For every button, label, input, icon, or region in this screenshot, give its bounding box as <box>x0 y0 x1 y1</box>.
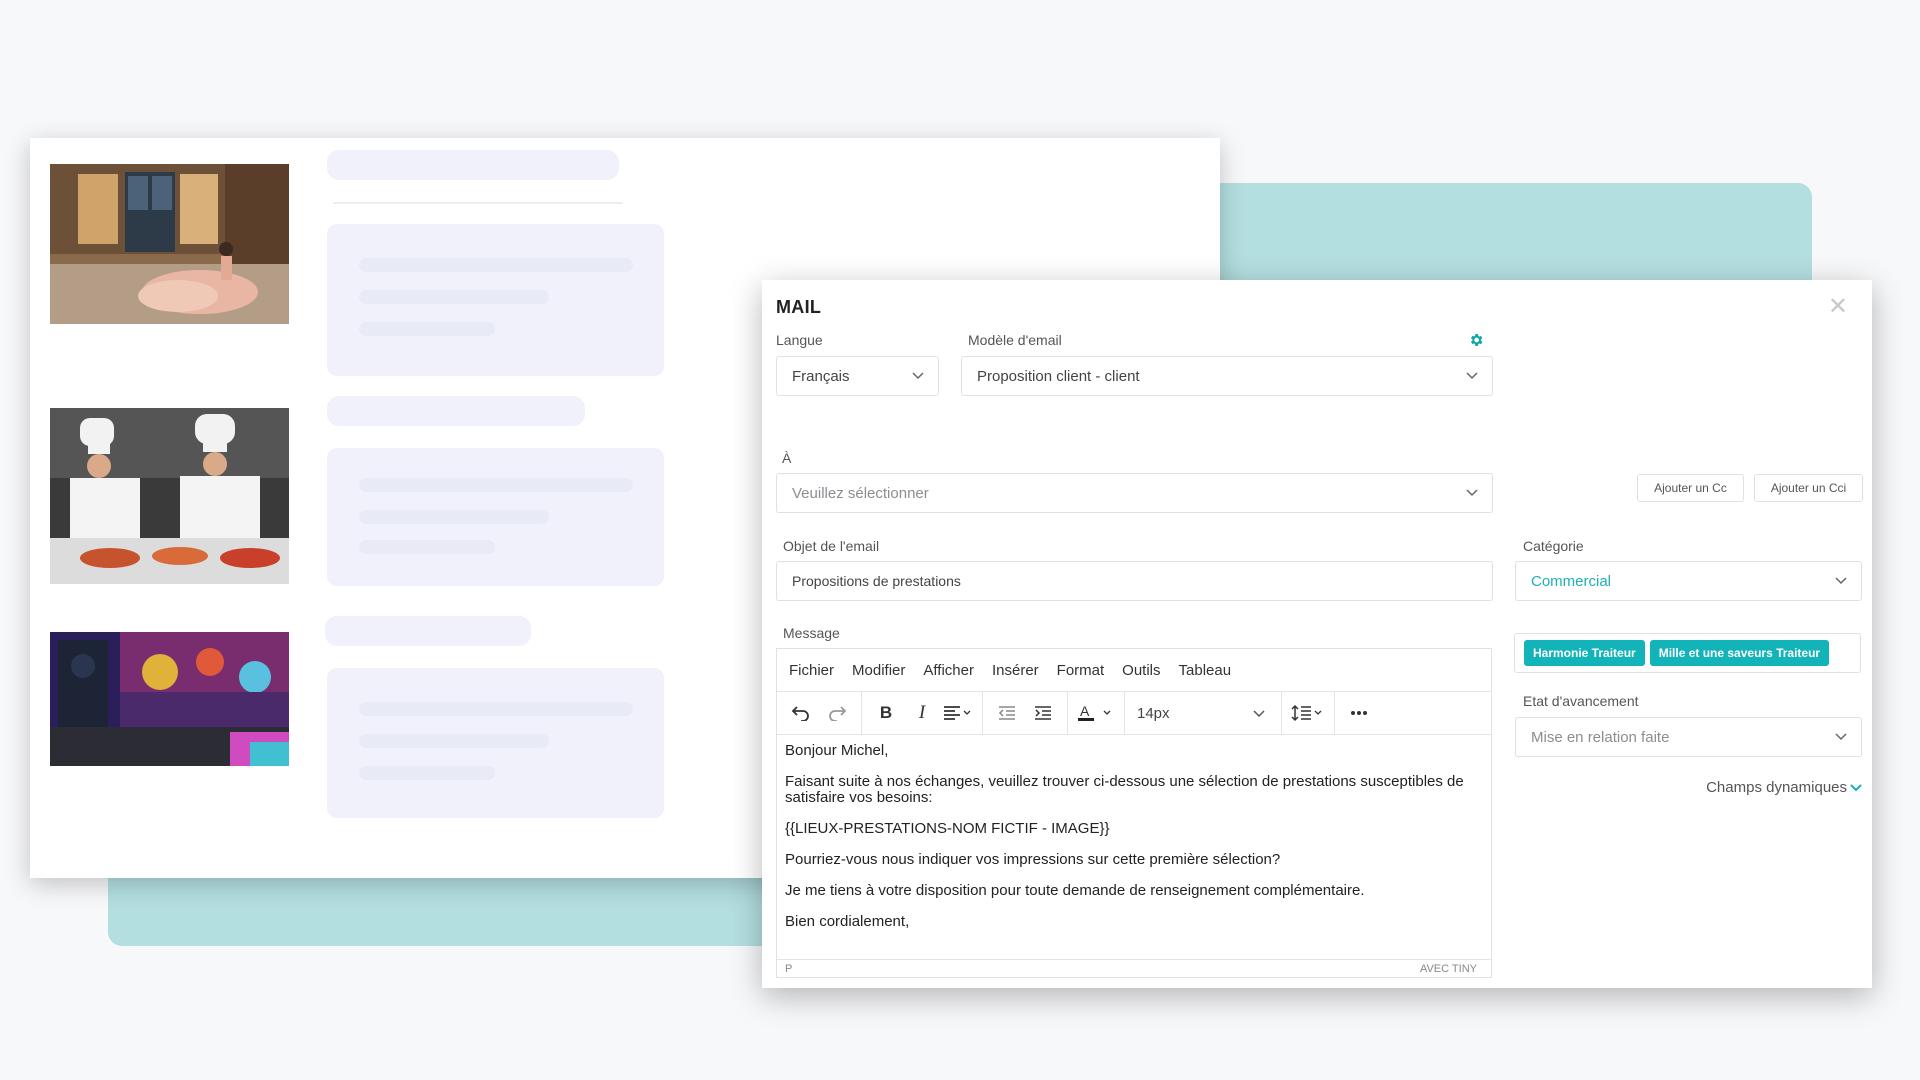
a-label: À <box>782 450 792 466</box>
venue-photo-bride <box>50 164 289 324</box>
add-cc-button[interactable]: Ajouter un Cc <box>1637 474 1744 502</box>
paragraph: {{LIEUX-PRESTATIONS-NOM FICTIF - IMAGE}} <box>785 820 1110 837</box>
modal-title: MAIL <box>776 297 822 317</box>
recipient-select[interactable]: Veuillez sélectionner <box>776 473 1493 513</box>
bold-icon[interactable]: B <box>871 698 901 728</box>
champs-dynamiques-toggle[interactable]: Champs dynamiques <box>1706 779 1862 796</box>
indent-icon[interactable] <box>1028 698 1058 728</box>
paragraph: Bonjour Michel, <box>785 742 889 759</box>
menu-modifier[interactable]: Modifier <box>852 662 905 679</box>
menu-inserer[interactable]: Insérer <box>992 662 1039 679</box>
mail-modal: MAIL ✕ Langue Français Modèle d'email Pr… <box>762 280 1872 988</box>
subject-input[interactable]: Propositions de prestations <box>776 561 1493 601</box>
message-label: Message <box>783 625 840 641</box>
skeleton-divider <box>333 202 623 204</box>
paragraph: Bien cordialement, <box>785 913 910 930</box>
chevron-down-icon <box>1831 733 1851 741</box>
skeleton-block <box>327 668 664 818</box>
langue-select[interactable]: Français <box>776 356 939 396</box>
categorie-select[interactable]: Commercial <box>1515 561 1862 601</box>
line-height-icon[interactable] <box>1291 698 1325 728</box>
gear-icon[interactable] <box>1468 332 1486 350</box>
etat-select[interactable]: Mise en relation faite <box>1515 717 1862 757</box>
objet-label: Objet de l'email <box>783 538 880 554</box>
message-editor[interactable]: Fichier Modifier Afficher Insérer Format… <box>776 648 1492 978</box>
menu-fichier[interactable]: Fichier <box>789 662 834 679</box>
tag-chip[interactable]: Mille et une saveurs Traiteur <box>1649 640 1830 666</box>
redo-icon[interactable] <box>822 698 852 728</box>
align-left-icon[interactable] <box>943 698 973 728</box>
menu-tableau[interactable]: Tableau <box>1179 662 1232 679</box>
etat-label: Etat d'avancement <box>1523 693 1639 709</box>
chevron-down-icon <box>1253 705 1265 722</box>
italic-icon[interactable]: I <box>907 698 937 728</box>
skeleton-block <box>327 224 664 376</box>
chevron-down-icon <box>1850 779 1862 796</box>
menu-format[interactable]: Format <box>1057 662 1105 679</box>
paragraph: Je me tiens à votre disposition pour tou… <box>785 882 1365 899</box>
venue-photo-chefs <box>50 408 289 584</box>
categorie-label: Catégorie <box>1523 538 1584 554</box>
skeleton-title <box>325 616 531 646</box>
paragraph: Faisant suite à nos échanges, veuillez t… <box>785 773 1464 806</box>
chevron-down-icon <box>1462 372 1482 380</box>
element-path: P <box>785 962 793 975</box>
tag-chip[interactable]: Harmonie Traiteur <box>1524 640 1645 666</box>
modele-label: Modèle d'email <box>968 332 1062 348</box>
skeleton-title <box>327 396 585 426</box>
menu-outils[interactable]: Outils <box>1122 662 1160 679</box>
skeleton-block <box>327 448 664 586</box>
editor-statusbar: P AVEC TINY <box>777 959 1491 977</box>
paragraph: Pourriez-vous nous indiquer vos impressi… <box>785 851 1281 868</box>
svg-text:A: A <box>1080 704 1090 719</box>
tags-field[interactable]: Harmonie Traiteur Mille et une saveurs T… <box>1514 633 1861 673</box>
editor-toolbar: B I A 14px <box>777 692 1491 735</box>
chevron-down-icon <box>908 372 928 380</box>
close-icon[interactable]: ✕ <box>1828 292 1848 321</box>
undo-icon[interactable] <box>786 698 816 728</box>
menu-afficher[interactable]: Afficher <box>923 662 974 679</box>
text-color-icon[interactable]: A <box>1077 698 1115 728</box>
chevron-down-icon <box>1831 577 1851 585</box>
editor-content[interactable]: Bonjour Michel, Faisant suite à nos écha… <box>777 735 1491 930</box>
editor-menubar: Fichier Modifier Afficher Insérer Format… <box>777 649 1491 692</box>
langue-label: Langue <box>776 332 823 348</box>
more-icon[interactable] <box>1344 698 1374 728</box>
venue-photo-dj <box>50 632 289 766</box>
outdent-icon[interactable] <box>992 698 1022 728</box>
skeleton-title <box>327 150 619 180</box>
tiny-branding[interactable]: AVEC TINY <box>1420 963 1477 975</box>
champs-dynamiques-label: Champs dynamiques <box>1706 779 1847 796</box>
chevron-down-icon <box>1462 489 1482 497</box>
font-size-select[interactable]: 14px <box>1131 705 1275 722</box>
add-cci-button[interactable]: Ajouter un Cci <box>1754 474 1863 502</box>
modele-select[interactable]: Proposition client - client <box>961 356 1493 396</box>
